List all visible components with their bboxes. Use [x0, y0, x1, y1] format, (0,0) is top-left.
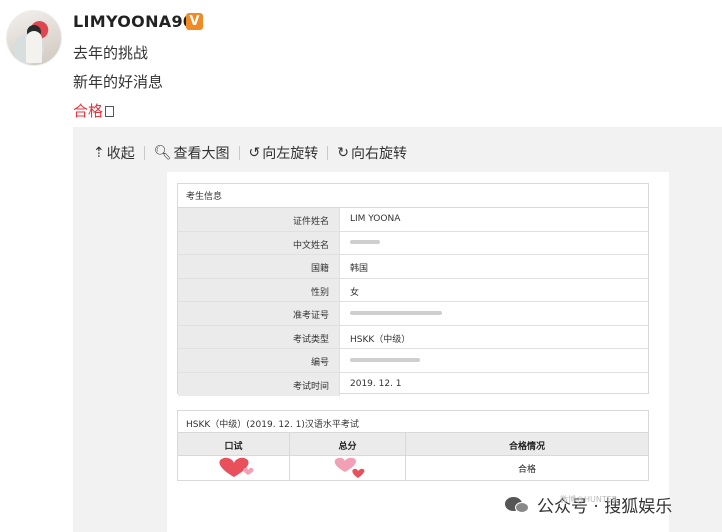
info-row: 准考证号 — [178, 302, 648, 326]
certificate-image[interactable]: 考生信息 证件姓名 LIM YOONA 中文姓名 国籍 韩国 性别 女 准考证号 — [167, 172, 669, 532]
result-value-row: 合格 — [178, 456, 648, 480]
result-status-cell: 合格 — [517, 465, 536, 475]
username-link[interactable]: LIMYOONA90 — [73, 12, 194, 31]
heart-sticker-icon — [219, 457, 254, 477]
info-label: 编号 — [178, 349, 340, 372]
rotate-right-button[interactable]: ↻ 向右旋转 — [337, 143, 407, 163]
collapse-up-icon: ⇡ — [93, 145, 105, 161]
info-label: 性别 — [178, 278, 340, 301]
info-row: 证件姓名 LIM YOONA — [178, 208, 648, 232]
info-label: 国籍 — [178, 255, 340, 278]
exam-result-section: HSKK（中级）(2019. 12. 1)汉语水平考试 口试 总分 合格情况 合… — [177, 410, 649, 481]
faint-watermark: 微博@HUNTER — [560, 495, 618, 504]
info-value-redacted — [340, 302, 648, 325]
rotate-left-label: 向左旋转 — [262, 146, 319, 162]
wechat-icon — [505, 495, 531, 515]
rotate-left-icon: ↺ — [248, 145, 261, 161]
info-value: LIM YOONA — [350, 214, 401, 224]
info-label: 考试时间 — [178, 372, 340, 396]
redaction-mark — [350, 240, 380, 244]
result-header-total: 总分 — [290, 433, 406, 455]
info-row: 性别 女 — [178, 278, 648, 302]
info-label: 准考证号 — [178, 302, 340, 325]
info-label: 证件姓名 — [178, 208, 340, 231]
result-header-row: 口试 总分 合格情况 — [178, 433, 648, 456]
box-glyph-icon — [105, 106, 115, 117]
info-row: 考试时间 2019. 12. 1 — [178, 372, 648, 396]
info-value: 2019. 12. 1 — [350, 378, 402, 389]
info-value-redacted — [340, 232, 648, 255]
info-value: HSKK（中级） — [350, 334, 411, 345]
info-label: 中文姓名 — [178, 231, 340, 254]
verified-badge-icon: V — [186, 13, 203, 30]
media-viewer: ⇡ 收起 🔍︎ 查看大图 ↺ 向左旋转 ↻ 向右旋转 考生信息 证件姓名 LIM… — [73, 127, 722, 532]
rotate-right-label: 向右旋转 — [350, 146, 407, 162]
magnifier-icon: 🔍︎ — [153, 145, 172, 161]
post-text-line-2: 新年的好消息 — [73, 73, 164, 91]
toolbar-divider — [327, 146, 329, 160]
info-row: 中文姓名 — [178, 231, 648, 255]
candidate-section-title: 考生信息 — [178, 184, 648, 208]
result-total-cell — [290, 456, 406, 480]
toolbar-divider — [143, 146, 145, 160]
view-large-label: 查看大图 — [173, 146, 230, 162]
post-text-line-3: 合格 — [73, 100, 115, 121]
collapse-button[interactable]: ⇡ 收起 — [93, 143, 135, 163]
avatar[interactable] — [6, 10, 62, 66]
info-row: 考试类型 HSKK（中级） — [178, 325, 648, 349]
candidate-info-section: 考生信息 证件姓名 LIM YOONA 中文姓名 国籍 韩国 性别 女 准考证号 — [177, 183, 649, 396]
result-header-status: 合格情况 — [508, 442, 545, 452]
post-text-line-1: 去年的挑战 — [73, 44, 149, 62]
info-row: 编号 — [178, 349, 648, 373]
result-header-oral: 口试 — [178, 433, 290, 455]
avatar-figure — [26, 31, 42, 63]
info-label: 考试类型 — [178, 325, 340, 348]
result-oral-cell — [178, 456, 290, 480]
redaction-mark — [350, 357, 420, 362]
toolbar-divider — [238, 146, 240, 160]
result-section-title: HSKK（中级）(2019. 12. 1)汉语水平考试 — [178, 411, 648, 433]
rotate-right-icon: ↻ — [337, 145, 349, 161]
post-text-highlight: 合格 — [73, 102, 104, 120]
collapse-label: 收起 — [106, 146, 135, 162]
info-value: 女 — [350, 287, 360, 298]
view-large-button[interactable]: 🔍︎ 查看大图 — [154, 143, 230, 163]
info-row: 国籍 韩国 — [178, 255, 648, 279]
info-value-redacted — [340, 349, 648, 372]
heart-sticker-icon — [334, 457, 365, 478]
info-value: 韩国 — [350, 264, 369, 274]
rotate-left-button[interactable]: ↺ 向左旋转 — [249, 143, 319, 163]
redaction-mark — [350, 310, 442, 315]
image-toolbar: ⇡ 收起 🔍︎ 查看大图 ↺ 向左旋转 ↻ 向右旋转 — [93, 142, 407, 164]
